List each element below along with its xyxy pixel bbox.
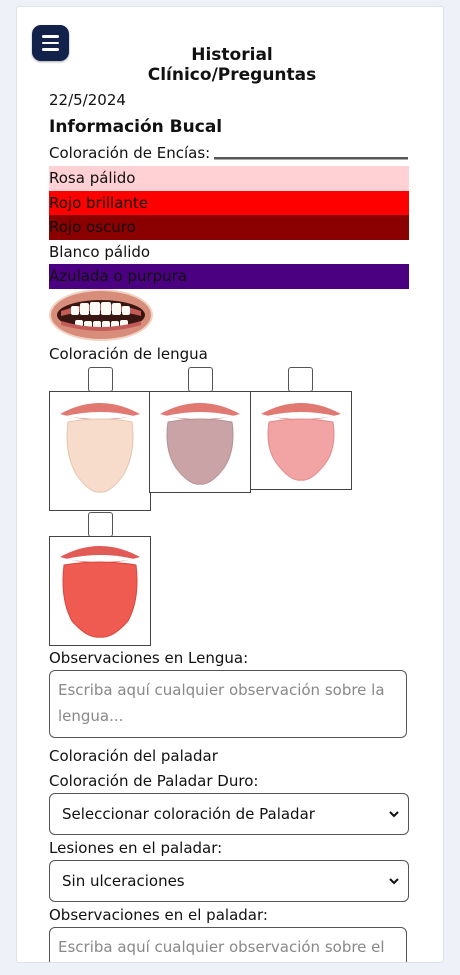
tongue-image-red[interactable] — [49, 536, 151, 646]
hamburger-menu-icon[interactable] — [32, 25, 69, 61]
palate-lesions-select[interactable]: Sin ulceraciones — [49, 860, 409, 902]
palate-heading: Coloración del paladar — [49, 747, 218, 765]
page-title: Historial Clínico/Preguntas — [147, 45, 317, 85]
tongue-image-pale[interactable] — [49, 391, 151, 511]
gum-option-rosa-palido[interactable]: Rosa pálido — [49, 166, 409, 191]
hard-palate-select[interactable]: Seleccionar coloración de Paladar — [49, 793, 409, 835]
palate-lesions-label: Lesiones en el paladar: — [49, 839, 223, 857]
palate-observations-textarea[interactable]: Escriba aquí cualquier observación sobre… — [49, 927, 407, 962]
tongue-color-label: Coloración de lengua — [49, 345, 208, 363]
tongue-observations-textarea[interactable]: Escriba aquí cualquier observación sobre… — [49, 670, 407, 738]
tongue-checkbox-pale[interactable] — [88, 367, 113, 392]
gum-option-rojo-oscuro[interactable]: Rojo oscuro — [49, 215, 409, 240]
gum-color-label: Coloración de Encías: — [49, 144, 211, 162]
chevron-down-icon — [389, 811, 399, 818]
date-text: 22/5/2024 — [49, 91, 126, 109]
gum-color-options: Rosa pálido Rojo brillante Rojo oscuro B… — [49, 166, 409, 289]
chevron-down-icon — [389, 878, 399, 885]
tongue-checkbox-pink[interactable] — [288, 367, 313, 392]
hard-palate-label: Coloración de Paladar Duro: — [49, 772, 259, 790]
palate-observations-label: Observaciones en el paladar: — [49, 906, 268, 924]
form-card: Historial Clínico/Preguntas 22/5/2024 In… — [16, 6, 444, 963]
tongue-observations-label: Observaciones en Lengua: — [49, 649, 249, 667]
gum-option-rojo-brillante[interactable]: Rojo brillante — [49, 190, 409, 215]
gum-option-azulada-purpura[interactable]: Azulada o purpura — [49, 264, 409, 289]
palate-lesions-select-value: Sin ulceraciones — [62, 872, 185, 890]
tongue-checkbox-red[interactable] — [88, 512, 113, 537]
hard-palate-select-value: Seleccionar coloración de Paladar — [62, 805, 315, 823]
gum-option-blanco-palido[interactable]: Blanco pálido — [49, 239, 409, 264]
section-title: Información Bucal — [49, 117, 223, 137]
tongue-checkbox-grayish[interactable] — [188, 367, 213, 392]
mouth-image — [49, 289, 153, 341]
gum-color-underline — [214, 157, 408, 160]
tongue-image-grayish[interactable] — [149, 391, 251, 493]
tongue-image-pink[interactable] — [250, 391, 352, 490]
